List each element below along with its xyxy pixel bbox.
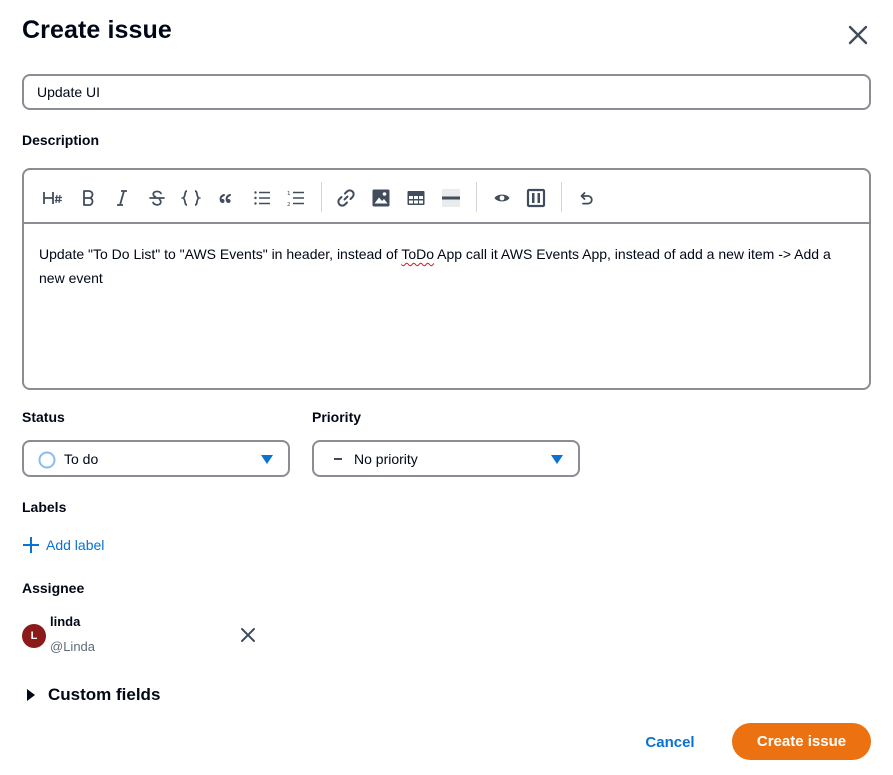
custom-fields-label: Custom fields <box>48 685 161 704</box>
heading-button[interactable] <box>41 186 65 210</box>
description-text[interactable]: Update "To Do List" to "AWS Events" in h… <box>39 242 854 290</box>
italic-button[interactable] <box>110 186 134 210</box>
bullet-list-icon <box>254 191 270 205</box>
preview-button[interactable] <box>490 186 514 210</box>
priority-label: Priority <box>312 409 362 425</box>
remove-assignee-button[interactable] <box>238 625 258 645</box>
strikethrough-button[interactable] <box>145 186 169 210</box>
split-view-icon <box>526 188 546 208</box>
bold-button[interactable] <box>76 186 100 210</box>
horizontal-rule-button[interactable] <box>439 186 463 210</box>
caret-down-icon <box>551 455 563 464</box>
image-icon <box>372 189 390 207</box>
svg-text:2: 2 <box>287 202 291 207</box>
code-button[interactable] <box>179 186 203 210</box>
toolbar-separator <box>321 182 322 212</box>
add-label-text: Add label <box>46 537 105 553</box>
status-select[interactable]: To do <box>22 440 290 477</box>
priority-value: No priority <box>354 451 418 467</box>
quote-icon <box>219 194 231 203</box>
custom-fields-toggle[interactable]: Custom fields <box>27 685 160 705</box>
toolbar-separator <box>561 182 562 212</box>
description-editor: 1 2 Update "To Do List" to "AWS Events" … <box>22 168 871 390</box>
assignee-name: linda <box>50 614 81 629</box>
bullet-list-button[interactable] <box>250 186 274 210</box>
plus-icon <box>22 536 40 554</box>
toolbar-separator <box>476 182 477 212</box>
close-button[interactable] <box>846 23 870 47</box>
link-button[interactable] <box>334 186 358 210</box>
description-text-part: Update "To Do List" to "AWS Events" in h… <box>39 246 402 262</box>
quote-button[interactable] <box>214 186 238 210</box>
svg-text:1: 1 <box>287 191 291 197</box>
create-issue-button[interactable]: Create issue <box>732 723 871 760</box>
avatar: L <box>22 624 46 648</box>
image-button[interactable] <box>369 186 393 210</box>
strikethrough-icon <box>149 190 165 206</box>
add-label-button[interactable]: Add label <box>22 534 104 556</box>
heading-icon <box>43 192 62 204</box>
undo-icon <box>580 192 593 205</box>
preview-icon <box>494 194 510 202</box>
status-value: To do <box>64 451 99 467</box>
status-label: Status <box>22 409 65 425</box>
link-icon <box>337 189 355 207</box>
priority-select[interactable]: No priority <box>312 440 580 477</box>
cancel-button[interactable]: Cancel <box>634 724 706 760</box>
issue-title-input[interactable] <box>22 74 871 110</box>
numbered-list-icon: 1 2 <box>287 191 304 207</box>
italic-icon <box>117 190 127 206</box>
dialog-title: Create issue <box>22 16 172 44</box>
numbered-list-button[interactable]: 1 2 <box>284 186 308 210</box>
code-icon <box>181 190 201 206</box>
split-view-button[interactable] <box>524 186 548 210</box>
table-button[interactable] <box>404 186 428 210</box>
labels-label: Labels <box>22 499 67 515</box>
no-priority-icon <box>334 458 342 460</box>
table-icon <box>407 191 425 205</box>
editor-toolbar: 1 2 <box>24 170 869 224</box>
horizontal-rule-icon <box>442 189 460 207</box>
close-icon <box>241 628 255 642</box>
close-icon <box>848 25 868 45</box>
misspelled-word: ToDo <box>401 246 434 262</box>
bold-icon <box>83 190 94 206</box>
assignee-handle: @Linda <box>50 639 96 654</box>
description-label: Description <box>22 132 100 148</box>
undo-button[interactable] <box>574 186 598 210</box>
caret-down-icon <box>261 455 273 464</box>
assignee-label: Assignee <box>22 580 85 596</box>
status-circle-icon <box>38 451 56 469</box>
caret-right-icon <box>27 689 35 701</box>
